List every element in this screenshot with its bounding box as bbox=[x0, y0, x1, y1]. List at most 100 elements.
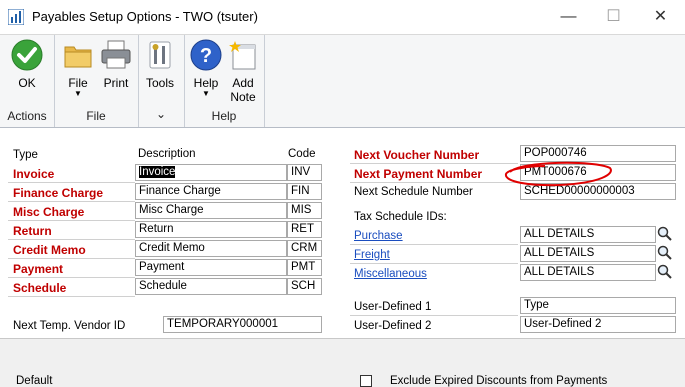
group-file-label: File bbox=[86, 109, 106, 123]
code-field[interactable]: FIN bbox=[287, 183, 322, 200]
chevron-down-icon: ▼ bbox=[74, 89, 82, 98]
row-divider bbox=[8, 239, 135, 240]
row-divider bbox=[350, 244, 518, 245]
row-divider bbox=[8, 277, 135, 278]
row-divider bbox=[8, 182, 135, 183]
row-divider bbox=[8, 201, 135, 202]
description-text: Return bbox=[139, 223, 174, 235]
exclude-expired-checkbox[interactable] bbox=[360, 375, 372, 387]
ribbon-separator bbox=[264, 35, 265, 127]
code-field[interactable]: INV bbox=[287, 164, 322, 181]
description-field[interactable]: Finance Charge bbox=[135, 183, 287, 200]
code-field[interactable]: PMT bbox=[287, 259, 322, 276]
code-field[interactable]: CRM bbox=[287, 240, 322, 257]
setup-form: Type Description Code Invoice Invoice INV F… bbox=[0, 128, 685, 338]
temp-vendor-label: Next Temp. Vendor ID bbox=[13, 320, 126, 332]
freight-tax-field[interactable]: ALL DETAILS bbox=[520, 245, 656, 262]
type-label: Payment bbox=[13, 262, 64, 276]
purchase-link[interactable]: Purchase bbox=[354, 230, 403, 242]
help-icon: ? bbox=[190, 39, 222, 71]
code-field[interactable]: MIS bbox=[287, 202, 322, 219]
description-field[interactable]: Misc Charge bbox=[135, 202, 287, 219]
type-label: Finance Charge bbox=[13, 186, 104, 200]
default-label: Default bbox=[16, 375, 53, 387]
close-button[interactable]: ✕ bbox=[638, 0, 683, 34]
user-defined-1-label: User-Defined 1 bbox=[354, 301, 432, 313]
chevron-down-icon: ▼ bbox=[202, 89, 210, 98]
lookup-icon[interactable] bbox=[657, 245, 673, 261]
group-help-label: Help bbox=[211, 109, 237, 123]
file-menu-button[interactable]: File ▼ bbox=[62, 39, 94, 98]
printer-icon bbox=[101, 40, 131, 69]
code-field[interactable]: SCH bbox=[287, 278, 322, 295]
print-label: Print bbox=[103, 76, 129, 90]
lookup-icon[interactable] bbox=[657, 264, 673, 280]
description-field[interactable]: Return bbox=[135, 221, 287, 238]
lookup-icon[interactable] bbox=[657, 226, 673, 242]
check-icon bbox=[11, 39, 43, 71]
type-column-header: Type bbox=[13, 149, 38, 161]
user-defined-2-field[interactable]: User-Defined 2 bbox=[520, 316, 676, 333]
code-field[interactable]: RET bbox=[287, 221, 322, 238]
description-text: Credit Memo bbox=[139, 242, 205, 254]
window-title: Payables Setup Options - TWO (tsuter) bbox=[32, 9, 258, 24]
add-note-label-line1: Add bbox=[232, 76, 254, 90]
code-column-header: Code bbox=[288, 148, 316, 160]
tools-label: Tools bbox=[145, 76, 174, 90]
note-icon bbox=[229, 41, 256, 70]
row-divider bbox=[8, 220, 135, 221]
row-divider bbox=[350, 315, 518, 316]
help-menu-button[interactable]: ? Help ▼ bbox=[189, 39, 223, 98]
print-button[interactable]: Print bbox=[98, 39, 134, 90]
svg-text:?: ? bbox=[200, 45, 212, 67]
description-field[interactable]: Invoice bbox=[135, 164, 287, 181]
minimize-button[interactable]: — bbox=[546, 0, 591, 34]
folder-icon bbox=[64, 46, 92, 68]
description-text: Finance Charge bbox=[139, 185, 221, 197]
description-text: Payment bbox=[139, 261, 185, 273]
lower-section: Default Exclude Expired Discounts from P… bbox=[0, 338, 685, 387]
miscellaneous-tax-field[interactable]: ALL DETAILS bbox=[520, 264, 656, 281]
ok-button[interactable]: OK bbox=[6, 39, 48, 90]
description-field[interactable]: Schedule bbox=[135, 278, 287, 295]
row-divider bbox=[8, 258, 135, 259]
exclude-expired-label: Exclude Expired Discounts from Payments bbox=[390, 375, 608, 387]
row-divider bbox=[350, 182, 518, 183]
description-text: Misc Charge bbox=[139, 204, 204, 216]
freight-link[interactable]: Freight bbox=[354, 249, 390, 261]
add-note-label-line2: Note bbox=[230, 90, 256, 104]
next-voucher-label: Next Voucher Number bbox=[354, 148, 480, 162]
next-schedule-label: Next Schedule Number bbox=[354, 186, 473, 198]
miscellaneous-link[interactable]: Miscellaneous bbox=[354, 268, 427, 280]
app-icon bbox=[8, 9, 24, 25]
title-bar: Payables Setup Options - TWO (tsuter) — … bbox=[0, 0, 685, 35]
purchase-tax-field[interactable]: ALL DETAILS bbox=[520, 226, 656, 243]
description-column-header: Description bbox=[138, 148, 196, 160]
tools-button[interactable]: Tools bbox=[143, 39, 177, 90]
row-divider bbox=[350, 163, 518, 164]
user-defined-1-field[interactable]: Type bbox=[520, 297, 676, 314]
type-label: Invoice bbox=[13, 167, 55, 181]
row-divider bbox=[350, 263, 518, 264]
type-label: Credit Memo bbox=[13, 243, 86, 257]
ribbon-toolbar: OK Actions File ▼ Print File Tools ⌄ ? H… bbox=[0, 35, 685, 128]
tools-group-dropdown[interactable]: ⌄ bbox=[138, 107, 184, 121]
temp-vendor-field[interactable]: TEMPORARY000001 bbox=[163, 316, 322, 333]
ok-label: OK bbox=[18, 76, 36, 90]
annotation-circle bbox=[505, 161, 612, 187]
type-label: Return bbox=[13, 224, 52, 238]
tools-icon bbox=[149, 41, 171, 69]
type-label: Schedule bbox=[13, 281, 67, 295]
help-label: Help bbox=[193, 76, 219, 90]
description-field[interactable]: Payment bbox=[135, 259, 287, 276]
type-label: Misc Charge bbox=[13, 205, 85, 219]
description-text: Schedule bbox=[139, 280, 187, 292]
description-text: Invoice bbox=[139, 166, 176, 178]
next-payment-label: Next Payment Number bbox=[354, 167, 483, 181]
description-field[interactable]: Credit Memo bbox=[135, 240, 287, 257]
maximize-button[interactable]: ☐ bbox=[591, 0, 636, 34]
add-note-label: Add Note bbox=[224, 76, 262, 104]
tax-schedule-ids-label: Tax Schedule IDs: bbox=[354, 211, 447, 223]
user-defined-2-label: User-Defined 2 bbox=[354, 320, 432, 332]
add-note-button[interactable]: Add Note bbox=[224, 39, 262, 104]
